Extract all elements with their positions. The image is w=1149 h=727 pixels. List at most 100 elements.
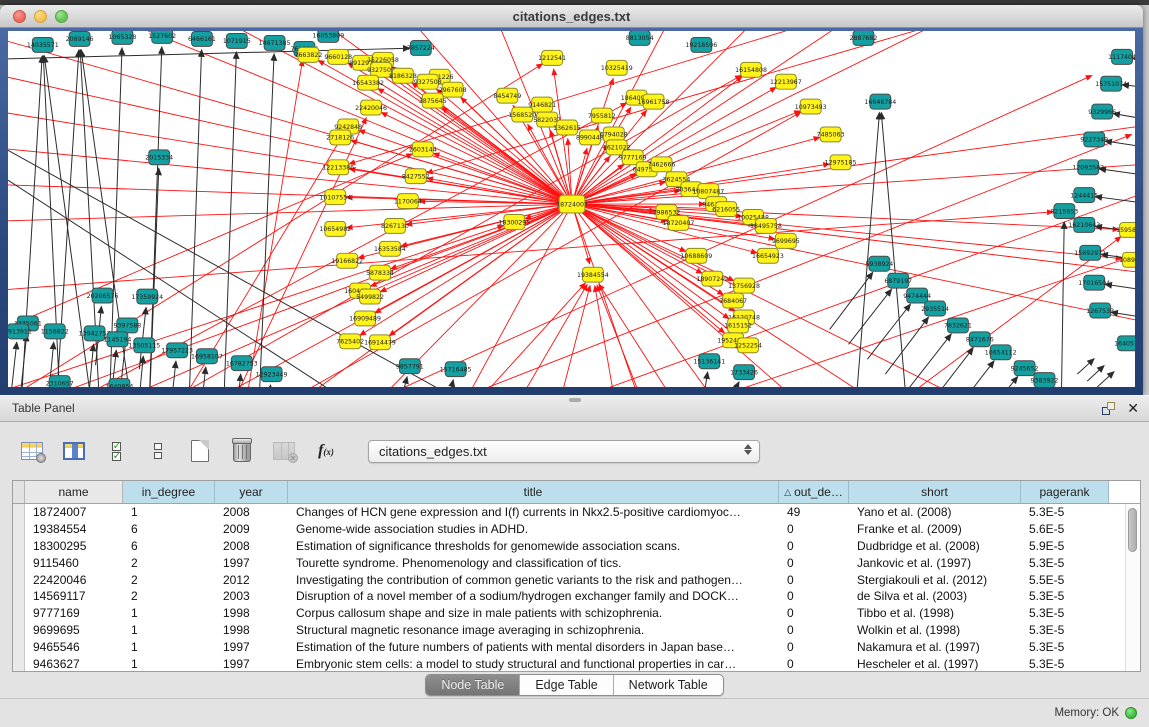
cell[interactable]: 2012 (215, 573, 288, 587)
show-columns-icon[interactable] (60, 437, 88, 465)
cell[interactable]: 5.3E-5 (1021, 640, 1109, 654)
cell[interactable]: Investigating the contribution of common… (288, 573, 779, 587)
table-row[interactable]: 969969511998Structural magnetic resonanc… (13, 622, 1140, 639)
cell[interactable]: Estimation of the future numbers of pati… (288, 640, 779, 654)
cell[interactable]: 5.5E-5 (1021, 573, 1109, 587)
new-column-icon[interactable] (186, 437, 214, 465)
table-scrollbar[interactable] (1125, 504, 1140, 671)
window-titlebar[interactable]: citations_edges.txt (0, 5, 1143, 28)
citation-network-graph[interactable]: 1872400714035571208914610653281527602646… (8, 31, 1135, 387)
citation-edge-black[interactable] (1111, 312, 1135, 323)
cell[interactable]: Corpus callosum shape and size in male p… (288, 606, 779, 620)
cell[interactable]: 9699695 (25, 623, 123, 637)
citation-edge-red[interactable] (545, 285, 590, 387)
citation-edge-red[interactable] (572, 204, 703, 273)
citation-edge-black[interactable] (930, 348, 973, 387)
cell[interactable]: 14569117 (25, 589, 123, 603)
citation-edge-black[interactable] (1087, 366, 1104, 381)
citation-edge-black[interactable] (235, 374, 241, 387)
row-height-icon[interactable] (144, 437, 172, 465)
cell[interactable]: Estimation of significance thresholds fo… (288, 539, 779, 553)
column-header-title[interactable]: title (288, 481, 779, 503)
table-row[interactable]: 1830029562008Estimation of significance … (13, 538, 1140, 555)
column-header-in_degree[interactable]: in_degree (123, 481, 215, 503)
citation-edge-red[interactable] (8, 180, 572, 204)
cell[interactable]: 5.3E-5 (1021, 657, 1109, 671)
table-row[interactable]: 946554611997Estimation of the future num… (13, 638, 1140, 655)
cell[interactable]: 1 (123, 657, 215, 671)
citation-edge-red[interactable] (572, 204, 1062, 387)
column-header-pagerank[interactable]: pagerank (1021, 481, 1109, 503)
cell[interactable]: 0 (779, 573, 849, 587)
cell[interactable]: 0 (779, 606, 849, 620)
cell[interactable]: 5.6E-5 (1021, 522, 1109, 536)
cell[interactable]: Nakamura et al. (1997) (849, 640, 1021, 654)
cell[interactable]: 1 (123, 640, 215, 654)
cell[interactable]: Yano et al. (2008) (849, 505, 1021, 519)
tab-network-table[interactable]: Network Table (614, 675, 723, 695)
cell[interactable]: 1997 (215, 556, 288, 570)
cell[interactable]: 9465546 (25, 640, 123, 654)
cell[interactable]: 0 (779, 623, 849, 637)
table-mode-icon[interactable] (18, 437, 46, 465)
cell[interactable]: 0 (779, 589, 849, 603)
cell[interactable]: Dudbridge et al. (2008) (849, 539, 1021, 553)
column-header-year[interactable]: year (215, 481, 288, 503)
cell[interactable]: 19384554 (25, 522, 123, 536)
cell[interactable]: 5.3E-5 (1021, 556, 1109, 570)
cell[interactable]: Embryonic stem cells: a model to study s… (288, 657, 779, 671)
cell[interactable]: 1 (123, 606, 215, 620)
cell[interactable]: 9777169 (25, 606, 123, 620)
citation-edge-red[interactable] (572, 31, 983, 204)
citation-edge-red[interactable] (401, 204, 572, 246)
citation-edge-red[interactable] (8, 103, 627, 387)
citation-edge-red[interactable] (554, 69, 572, 204)
cell[interactable]: Jankovic et al. (1997) (849, 556, 1021, 570)
citation-edge-red[interactable] (426, 204, 572, 387)
citation-edge-black[interactable] (10, 342, 17, 387)
cell[interactable]: Genome-wide association studies in ADHD. (288, 522, 779, 536)
network-canvas[interactable]: 1872400714035571208914610653281527602646… (8, 31, 1135, 387)
cell[interactable]: 1 (123, 623, 215, 637)
cell[interactable]: Tibbo et al. (1998) (849, 606, 1021, 620)
cell[interactable]: Wolkin et al. (1998) (849, 623, 1021, 637)
cell[interactable]: 2009 (215, 522, 288, 536)
cell[interactable]: 0 (779, 640, 849, 654)
float-panel-icon[interactable] (1102, 402, 1115, 415)
column-header-out_de[interactable]: △out_de… (779, 481, 849, 503)
column-header-short[interactable]: short (849, 481, 1021, 503)
cell[interactable]: 9463627 (25, 657, 123, 671)
cell[interactable]: 0 (779, 539, 849, 553)
cell[interactable]: 5.3E-5 (1021, 606, 1109, 620)
memory-ok-indicator[interactable] (1125, 707, 1137, 719)
cell[interactable]: Changes of HCN gene expression and I(f) … (288, 505, 779, 519)
citation-edge-black[interactable] (169, 361, 176, 387)
cell[interactable]: 2 (123, 589, 215, 603)
delete-column-icon[interactable] (228, 437, 256, 465)
cell[interactable]: 5.3E-5 (1021, 623, 1109, 637)
cell[interactable]: 0 (779, 556, 849, 570)
cell[interactable]: 49 (779, 505, 849, 519)
citation-edge-red[interactable] (390, 76, 572, 204)
cell[interactable]: Tourette syndrome. Phenomenology and cla… (288, 556, 779, 570)
cell[interactable]: 5.3E-5 (1021, 505, 1109, 519)
table-row[interactable]: 1872400712008Changes of HCN gene express… (13, 504, 1140, 521)
cell[interactable]: 5.9E-5 (1021, 539, 1109, 553)
citation-edge-black[interactable] (1113, 113, 1135, 125)
citation-edge-red[interactable] (599, 284, 705, 387)
cell[interactable]: 1 (123, 505, 215, 519)
cell[interactable]: 2008 (215, 539, 288, 553)
table-row[interactable]: 1938455462009Genome-wide association stu… (13, 521, 1140, 538)
select-columns-icon[interactable] (102, 437, 130, 465)
citation-edge-black[interactable] (1105, 141, 1135, 152)
citation-edge-black[interactable] (885, 317, 928, 374)
citation-edge-black[interactable] (951, 361, 994, 387)
close-panel-icon[interactable]: ✕ (1127, 401, 1139, 415)
splitter-handle[interactable] (569, 398, 581, 402)
citation-edge-black[interactable] (1099, 169, 1135, 180)
citation-edge-red[interactable] (597, 285, 665, 387)
cell[interactable]: 1998 (215, 606, 288, 620)
citation-edge-red[interactable] (824, 236, 1122, 387)
tab-node-table[interactable]: Node Table (426, 675, 520, 695)
table-row[interactable]: 946362711997Embryonic stem cells: a mode… (13, 655, 1140, 671)
